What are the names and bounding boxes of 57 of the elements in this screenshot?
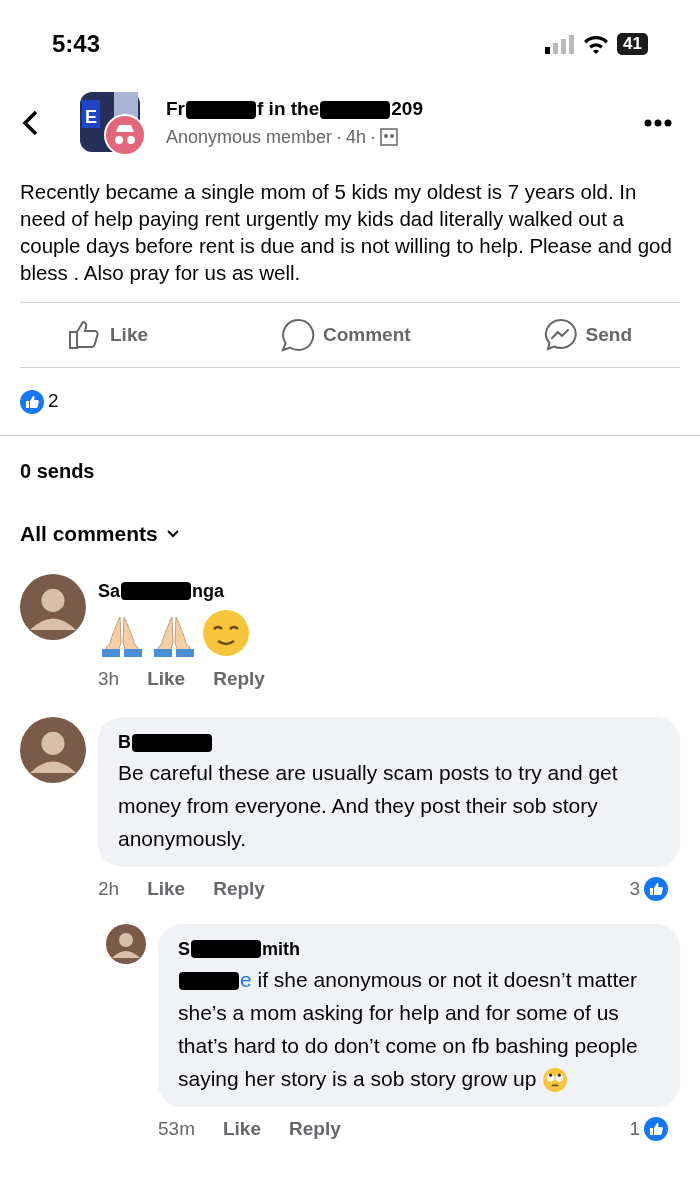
- messenger-icon: [543, 318, 578, 352]
- like-count: 3: [629, 877, 640, 901]
- back-icon[interactable]: [20, 109, 40, 137]
- comment-time: 2h: [98, 877, 120, 901]
- like-link[interactable]: Like: [147, 875, 186, 904]
- like-reaction-icon: [20, 389, 44, 414]
- chevron-down-icon: [165, 528, 180, 539]
- smiling-face-icon: [202, 608, 250, 657]
- status-time: 5:43: [52, 29, 101, 59]
- name-fragment: nga: [192, 579, 225, 603]
- like-reaction-icon: [644, 877, 668, 902]
- name-fragment: B: [118, 731, 131, 754]
- reply-link[interactable]: Reply: [213, 664, 265, 693]
- reply-link[interactable]: Reply: [289, 1114, 341, 1143]
- reaction-count: 2: [48, 389, 59, 414]
- post-time: 4h: [346, 125, 367, 149]
- post-action-button[interactable]: Comment: [280, 318, 411, 352]
- post-action-button[interactable]: Send: [543, 318, 632, 352]
- more-options-icon[interactable]: [644, 119, 672, 127]
- name-fragment: f in the: [257, 97, 320, 122]
- post-text: Recently became a single mom of 5 kids my oldest is 7 years old. In need of help paying rent urgently my kids dad literally walked out a couple days before rent is due and is not willing to help. Please and god bless . Also pray for us as well.: [19, 179, 673, 286]
- name-fragment: 209: [391, 97, 423, 122]
- like-link[interactable]: Like: [222, 1114, 261, 1143]
- redaction-mark: [320, 100, 391, 119]
- comment-time: 3h: [98, 666, 120, 691]
- comment-text: e if she anonymous or not it doesn’t matter she’s a mom asking for help and for some of us that’s hard to do don’t come on fb bashing people saying her story is a sob story grow up: [178, 962, 660, 1095]
- wifi-icon: [583, 34, 610, 54]
- name-fragment: S: [178, 937, 190, 961]
- redaction-mark: [121, 582, 192, 600]
- author-label: Anonymous member: [166, 125, 333, 149]
- avatar: [20, 573, 86, 640]
- name-fragment: Fr: [166, 97, 185, 122]
- like-reaction-icon: [644, 1116, 668, 1141]
- incognito-badge-icon: [104, 114, 146, 156]
- like-count: 1: [629, 1116, 640, 1141]
- comment-text: Be careful these are usually scam posts to try and get money from everyone. And they post their sob story anonymously.: [118, 760, 619, 852]
- comment-time: 53m: [158, 1116, 195, 1141]
- separator-dot: ·: [370, 125, 377, 149]
- comments-filter[interactable]: All comments: [0, 518, 200, 550]
- battery-indicator: 41: [617, 33, 648, 55]
- name-fragment: mith: [262, 937, 300, 961]
- like-link[interactable]: Like: [147, 664, 186, 693]
- logo-letter: E: [85, 106, 97, 129]
- sends-count: 0 sends: [19, 459, 96, 484]
- signal-icon: [545, 34, 576, 54]
- redaction-mark: [191, 940, 261, 958]
- avatar: [106, 923, 146, 964]
- post-action-button[interactable]: Like: [68, 320, 149, 350]
- speech-bubble-icon: [280, 318, 315, 352]
- reply-link[interactable]: Reply: [213, 875, 265, 904]
- separator-dot: ·: [336, 125, 343, 149]
- group-privacy-icon: [380, 128, 399, 147]
- redaction-mark: [179, 971, 239, 990]
- redaction-mark: [186, 100, 256, 119]
- thumbs-up-icon: [68, 320, 102, 350]
- name-fragment: Sa: [98, 579, 121, 603]
- avatar: [20, 717, 86, 783]
